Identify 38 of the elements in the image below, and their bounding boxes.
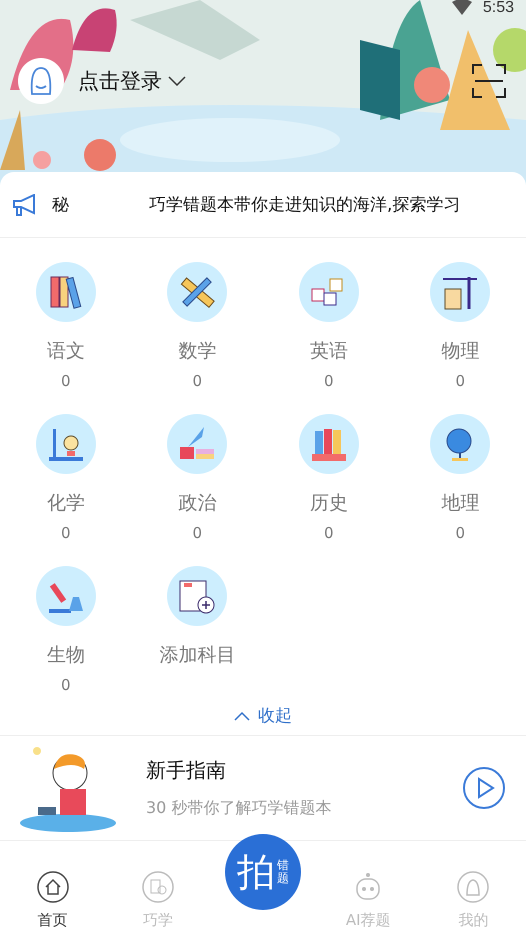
subject-name: 语文 bbox=[46, 339, 85, 364]
collapse-button[interactable]: 收起 bbox=[234, 704, 292, 727]
subject-name: 生物 bbox=[46, 643, 85, 668]
status-time: 5:53 bbox=[482, 0, 514, 17]
cards-icon bbox=[142, 871, 174, 903]
subject-name: 地理 bbox=[441, 491, 480, 516]
subject-count: 0 bbox=[455, 372, 466, 390]
wifi-icon bbox=[450, 0, 473, 16]
chevron-up-icon bbox=[234, 710, 250, 720]
subject-count: 0 bbox=[455, 524, 466, 542]
chevron-down-icon bbox=[168, 76, 186, 86]
guide-title: 新手指南 bbox=[146, 757, 227, 784]
subject-name: 添加科目 bbox=[159, 643, 236, 668]
subject-name: 英语 bbox=[310, 339, 348, 364]
notice-text: 秘 bbox=[52, 194, 69, 216]
home-icon bbox=[36, 871, 69, 903]
play-icon bbox=[462, 766, 506, 810]
play-button[interactable] bbox=[462, 766, 506, 810]
subject-count: 0 bbox=[60, 524, 71, 542]
user-icon bbox=[457, 871, 490, 903]
subject-name: 政治 bbox=[178, 491, 216, 516]
subject-name: 化学 bbox=[46, 491, 85, 516]
subject-count: 0 bbox=[192, 372, 202, 390]
subject-count: 0 bbox=[324, 524, 334, 542]
subject-name: 历史 bbox=[310, 491, 348, 516]
megaphone-icon bbox=[12, 194, 38, 216]
notice-text: 巧学错题本带你走进知识的海洋,探索学习 bbox=[149, 194, 460, 216]
subject-count: 0 bbox=[60, 676, 71, 694]
subject-name: 数学 bbox=[178, 339, 216, 364]
guide-subtitle: 30 秒带你了解巧学错题本 bbox=[146, 798, 332, 819]
subject-count: 0 bbox=[324, 372, 334, 390]
scan-icon[interactable] bbox=[472, 64, 506, 98]
subject-count: 0 bbox=[192, 524, 202, 542]
user-icon bbox=[28, 66, 54, 96]
login-button[interactable]: 点击登录 bbox=[78, 67, 186, 95]
subject-count: 0 bbox=[60, 372, 71, 390]
nav-tab[interactable]: 首页 bbox=[0, 852, 106, 938]
subject-name: 物理 bbox=[441, 339, 480, 364]
